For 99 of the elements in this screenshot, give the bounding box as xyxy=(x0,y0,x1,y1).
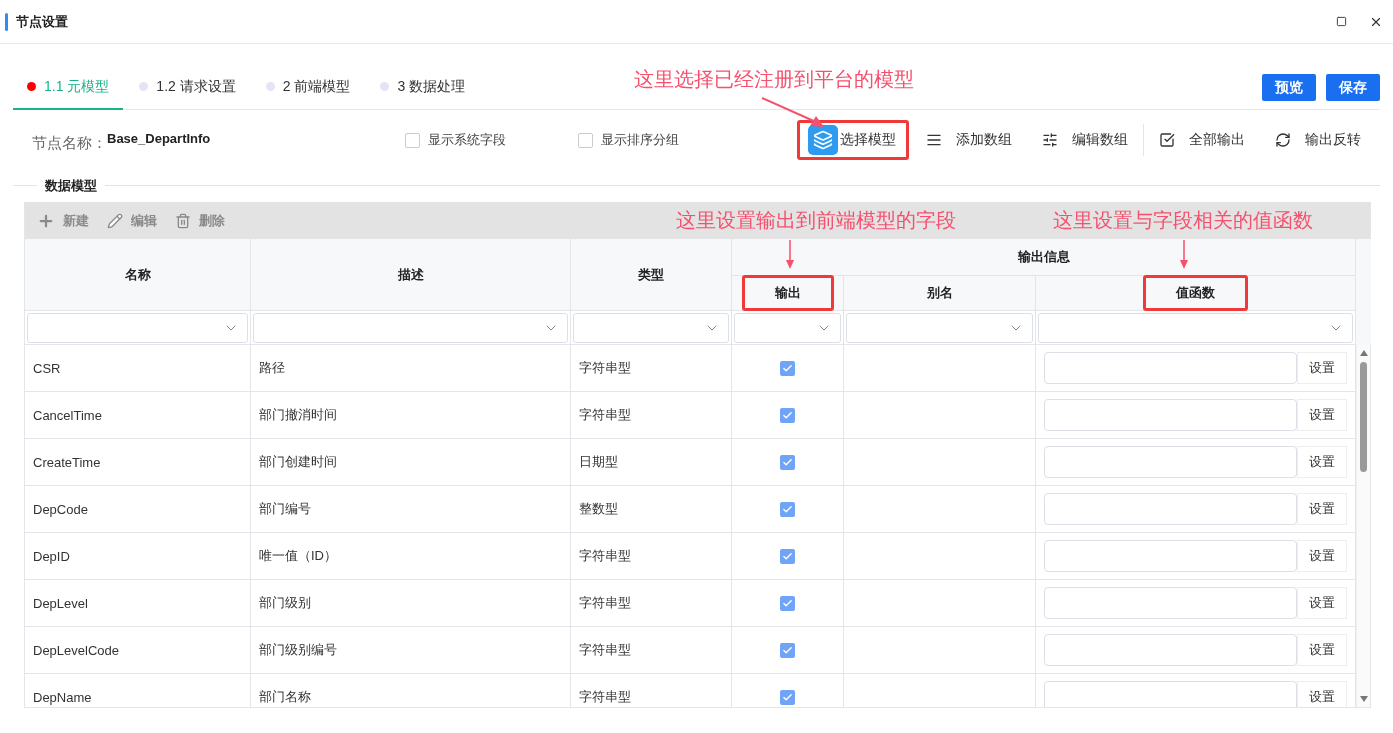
check-icon xyxy=(782,644,793,656)
check-icon xyxy=(782,597,793,609)
list-icon xyxy=(926,132,943,148)
checkbox[interactable] xyxy=(780,642,795,658)
set-button[interactable]: 设置 xyxy=(1297,634,1347,666)
check-icon xyxy=(782,409,793,421)
annotation-text: 这里设置输出到前端模型的字段 xyxy=(676,208,956,233)
column-header: 输出 xyxy=(741,275,834,311)
set-button[interactable]: 设置 xyxy=(1297,352,1347,384)
set-button[interactable]: 设置 xyxy=(1297,587,1347,619)
table-cell: DepLevelCode xyxy=(25,627,251,674)
check-icon xyxy=(782,362,793,374)
table-cell: 部门创建时间 xyxy=(251,439,571,486)
table-cell: 部门编号 xyxy=(251,486,571,533)
table-cell: 路径 xyxy=(251,345,571,392)
table-cell: 部门名称 xyxy=(251,674,571,707)
checkbox[interactable] xyxy=(780,360,795,376)
set-button[interactable]: 设置 xyxy=(1297,540,1347,572)
maximize-icon[interactable] xyxy=(1336,16,1347,27)
table-cell: 字符串型 xyxy=(571,533,732,580)
check-icon xyxy=(782,456,793,468)
layers-icon xyxy=(808,125,839,155)
set-button[interactable]: 设置 xyxy=(1297,681,1347,707)
input-field[interactable] xyxy=(1044,540,1298,572)
column-header: 别名 xyxy=(925,284,954,302)
table-cell: CreateTime xyxy=(25,439,251,486)
checkbox-icon xyxy=(1159,132,1175,148)
refresh-icon xyxy=(1275,132,1291,148)
check-icon xyxy=(782,503,793,515)
filter-dropdown[interactable] xyxy=(27,313,248,343)
table-cell: DepID xyxy=(25,533,251,580)
table-cell: 唯一值（ID） xyxy=(251,533,571,580)
annotation-text: 这里选择已经注册到平台的模型 xyxy=(634,67,914,92)
set-button[interactable]: 设置 xyxy=(1297,493,1347,525)
checkbox[interactable] xyxy=(780,407,795,423)
tab[interactable]: 1.2 请求设置 xyxy=(125,65,250,110)
arrow xyxy=(761,97,824,127)
checkbox[interactable] xyxy=(780,548,795,564)
checkbox[interactable] xyxy=(780,689,795,705)
input-field[interactable] xyxy=(1044,446,1298,478)
table-cell: 字符串型 xyxy=(571,627,732,674)
checkbox-label: 显示排序分组 xyxy=(601,131,679,149)
section-title: 数据模型 xyxy=(37,177,105,195)
table-cell: 整数型 xyxy=(571,486,732,533)
toolbar-button[interactable]: 添加数组 xyxy=(915,120,1026,160)
input-field[interactable] xyxy=(1044,681,1298,707)
table-cell: 部门级别编号 xyxy=(251,627,571,674)
trash-icon xyxy=(175,212,191,229)
column-header: 值函数 xyxy=(1143,275,1248,311)
input-field[interactable] xyxy=(1044,493,1298,525)
table-cell: 字符串型 xyxy=(571,580,732,627)
table-cell: CancelTime xyxy=(25,392,251,439)
toolbar-button[interactable]: 全部输出 xyxy=(1148,120,1258,160)
filter-dropdown[interactable] xyxy=(846,313,1033,343)
checkbox[interactable] xyxy=(405,132,420,148)
save-button[interactable]: 保存 xyxy=(1326,74,1380,101)
checkbox[interactable] xyxy=(780,501,795,517)
annotation-text: 这里设置与字段相关的值函数 xyxy=(1053,208,1313,233)
pencil-icon xyxy=(107,212,123,229)
toolbar-button[interactable]: 选择模型 xyxy=(797,120,910,160)
input-field[interactable] xyxy=(1044,352,1298,384)
table-cell: 字符串型 xyxy=(571,674,732,707)
toolbar-button[interactable]: 输出反转 xyxy=(1264,120,1374,160)
tab[interactable]: 2 前端模型 xyxy=(251,65,365,110)
table-cell: DepCode xyxy=(25,486,251,533)
title-accent xyxy=(5,12,8,31)
check-icon xyxy=(782,691,793,703)
table-cell: DepLevel xyxy=(25,580,251,627)
table-cell: DepName xyxy=(25,674,251,707)
table-cell: 字符串型 xyxy=(571,392,732,439)
checkbox[interactable] xyxy=(780,595,795,611)
scrollbar[interactable] xyxy=(1356,345,1370,707)
toolbar-button[interactable]: 编辑数组 xyxy=(1031,120,1142,160)
arrow xyxy=(786,239,794,269)
table-cell: 部门撤消时间 xyxy=(251,392,571,439)
check-icon xyxy=(782,550,793,562)
input-field[interactable] xyxy=(1044,587,1298,619)
tab[interactable]: 3 数据处理 xyxy=(366,65,480,110)
node-name-label: 节点名称： xyxy=(32,133,107,153)
checkbox[interactable] xyxy=(780,454,795,470)
filter-dropdown[interactable] xyxy=(253,313,568,343)
filter-dropdown[interactable] xyxy=(573,313,729,343)
filter-dropdown[interactable] xyxy=(734,313,841,343)
window-title: 节点设置 xyxy=(16,12,69,31)
preview-button[interactable]: 预览 xyxy=(1262,74,1316,101)
sliders-icon xyxy=(1042,132,1059,148)
checkbox-label: 显示系统字段 xyxy=(428,131,506,149)
input-field[interactable] xyxy=(1044,634,1298,666)
set-button[interactable]: 设置 xyxy=(1297,399,1347,431)
table-cell: 字符串型 xyxy=(571,345,732,392)
checkbox[interactable] xyxy=(578,132,593,148)
table-cell: CSR xyxy=(25,345,251,392)
arrow xyxy=(1180,239,1188,269)
set-button[interactable]: 设置 xyxy=(1297,446,1347,478)
table-cell: 部门级别 xyxy=(251,580,571,627)
filter-dropdown[interactable] xyxy=(1038,313,1353,343)
node-name-value: Base_DepartInfo xyxy=(107,130,212,146)
table-cell: 日期型 xyxy=(571,439,732,486)
input-field[interactable] xyxy=(1044,399,1298,431)
